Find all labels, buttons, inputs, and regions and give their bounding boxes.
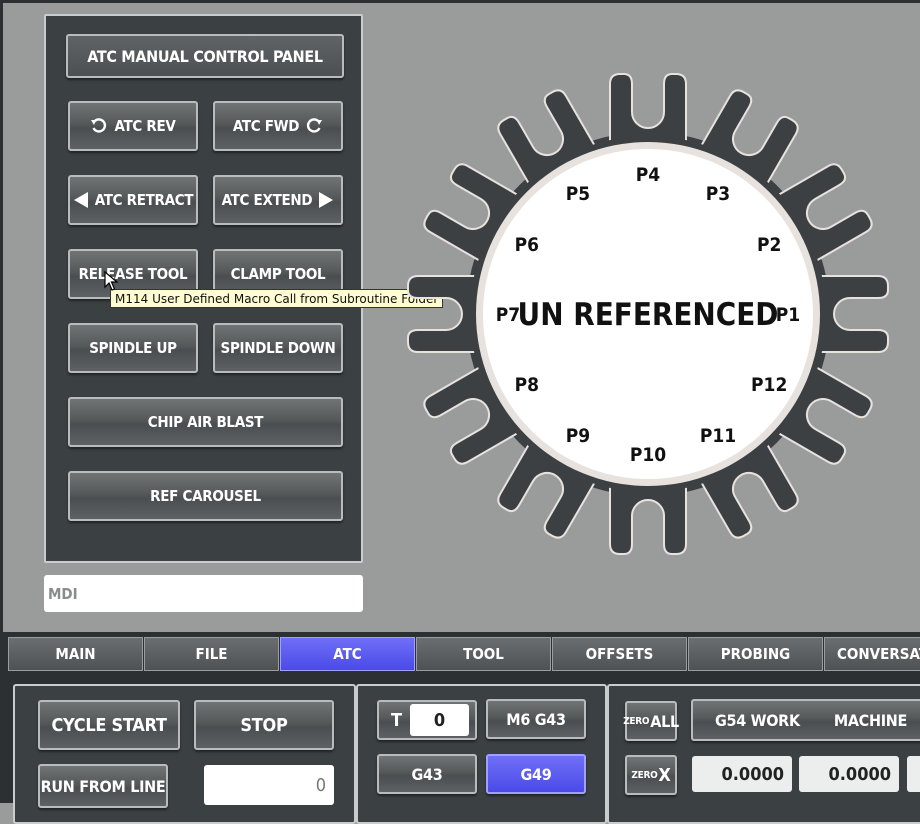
g49-label: G49	[520, 764, 552, 784]
coordinate-header: G54 WORK MACHINE	[691, 699, 920, 741]
pocket-label-p1: P1	[776, 304, 800, 326]
arrow-right-icon	[319, 192, 334, 208]
tool-pocket-fork	[407, 275, 479, 353]
cycle-start-label: CYCLE START	[51, 714, 167, 736]
spindle-up-button[interactable]: SPINDLE UP	[68, 323, 198, 373]
mouse-cursor-icon	[104, 271, 118, 291]
x-work-readout: 0.0000	[692, 756, 792, 792]
tool-pocket-fork	[817, 275, 889, 353]
pocket-label-p7: P7	[496, 304, 520, 326]
mdi-input[interactable]: MDI	[44, 575, 363, 612]
m6-g43-button[interactable]: M6 G43	[486, 699, 586, 739]
spindle-down-button[interactable]: SPINDLE DOWN	[213, 323, 343, 373]
spindle-down-label: SPINDLE DOWN	[220, 339, 336, 357]
run-from-line-input[interactable]: 0	[204, 765, 334, 805]
g43-button[interactable]: G43	[377, 754, 477, 794]
tab-file[interactable]: FILE	[144, 637, 279, 671]
g49-button[interactable]: G49	[486, 754, 586, 794]
pocket-label-p6: P6	[515, 234, 539, 256]
g54-work-label: G54 WORK	[715, 710, 800, 730]
zero-all-label: ALL	[650, 711, 679, 731]
tool-number-value: 0	[433, 709, 446, 731]
tool-pocket-fork	[609, 73, 687, 145]
tool-pocket-fork	[609, 483, 687, 555]
ref-carousel-button[interactable]: REF CAROUSEL	[68, 471, 343, 521]
atc-rev-button[interactable]: ATC REV	[68, 101, 198, 151]
tool-carousel: P1 P2 P3 P4 P5 P6 P7 P8 P9 P10 P11 P12 UN REFERENCE…	[407, 73, 889, 555]
zero-x-button[interactable]: ZERO X	[625, 755, 677, 795]
tab-probing[interactable]: PROBING	[688, 637, 823, 671]
pocket-label-p10: P10	[630, 444, 666, 466]
zero-all-small-label: ZERO	[623, 715, 650, 727]
m6-g43-label: M6 G43	[506, 709, 566, 729]
pocket-label-p5: P5	[566, 183, 590, 205]
pocket-label-p12: P12	[751, 374, 787, 396]
zero-x-small-label: ZERO	[631, 769, 658, 781]
pocket-label-p3: P3	[706, 183, 730, 205]
cycle-start-button[interactable]: CYCLE START	[38, 700, 180, 750]
main-tab-bar: MAINFILEATCTOOLOFFSETSPROBINGCONVERSATIO…	[0, 632, 920, 674]
tool-offset-panel: T 0 M6 G43 G43 G49	[356, 684, 607, 824]
tool-number-input[interactable]: 0	[410, 704, 469, 736]
machine-label: MACHINE	[833, 710, 908, 730]
atc-retract-button[interactable]: ATC RETRACT	[68, 175, 198, 225]
x-work-value: 0.0000	[721, 763, 785, 785]
ref-carousel-label: REF CAROUSEL	[150, 487, 261, 505]
zero-x-label: X	[658, 764, 671, 786]
atc-extend-label: ATC EXTEND	[221, 191, 313, 209]
spindle-up-label: SPINDLE UP	[89, 339, 177, 357]
tab-tool[interactable]: TOOL	[416, 637, 551, 671]
clamp-tool-label: CLAMP TOOL	[230, 265, 326, 283]
run-from-line-button[interactable]: RUN FROM LINE	[38, 764, 168, 808]
bottom-control-area: CYCLE START STOP RUN FROM LINE 0 T 0 M6 …	[0, 674, 920, 824]
tab-atc[interactable]: ATC	[280, 637, 415, 671]
pocket-label-p4: P4	[636, 164, 661, 186]
tool-number-label: T	[391, 709, 402, 731]
run-from-line-label: RUN FROM LINE	[40, 776, 166, 796]
chip-air-blast-button[interactable]: CHIP AIR BLAST	[68, 397, 343, 447]
release-tool-label: RELEASE TOOL	[78, 265, 188, 283]
pocket-label-p9: P9	[566, 425, 590, 447]
carousel-status: UN REFERENCED	[518, 297, 779, 333]
g43-label: G43	[411, 764, 443, 784]
tab-main[interactable]: MAIN	[8, 637, 143, 671]
chip-air-blast-label: CHIP AIR BLAST	[147, 413, 264, 431]
zero-all-button[interactable]: ZERO ALL	[623, 701, 679, 741]
run-from-line-value: 0	[315, 774, 326, 796]
tooltip: M114 User Defined Macro Call from Subrou…	[110, 289, 444, 308]
arrow-left-icon	[73, 192, 88, 208]
tab-conversational[interactable]: CONVERSATIONAL	[824, 637, 920, 671]
atc-fwd-label: ATC FWD	[232, 117, 300, 135]
atc-fwd-button[interactable]: ATC FWD	[213, 101, 343, 151]
atc-extend-button[interactable]: ATC EXTEND	[213, 175, 343, 225]
stop-label: STOP	[240, 714, 288, 736]
atc-retract-label: ATC RETRACT	[94, 191, 194, 209]
atc-rev-label: ATC REV	[114, 117, 176, 135]
pocket-label-p11: P11	[700, 425, 736, 447]
stop-button[interactable]: STOP	[194, 700, 334, 750]
rotate-cw-icon	[307, 118, 323, 133]
x-machine-readout: 0.0000	[799, 756, 899, 792]
dro-panel: ZERO ALL G54 WORK MACHINE ZERO X 0.0000 …	[607, 684, 920, 824]
mdi-placeholder: MDI	[48, 584, 78, 603]
pocket-label-p8: P8	[515, 374, 539, 396]
rotate-ccw-icon	[91, 118, 107, 133]
tab-offsets[interactable]: OFFSETS	[552, 637, 687, 671]
x-machine-value: 0.0000	[828, 763, 892, 785]
cycle-control-panel: CYCLE START STOP RUN FROM LINE 0	[13, 684, 356, 824]
x-extra-readout	[907, 756, 920, 792]
pocket-label-p2: P2	[757, 234, 781, 256]
panel-title: ATC MANUAL CONTROL PANEL	[66, 34, 344, 78]
